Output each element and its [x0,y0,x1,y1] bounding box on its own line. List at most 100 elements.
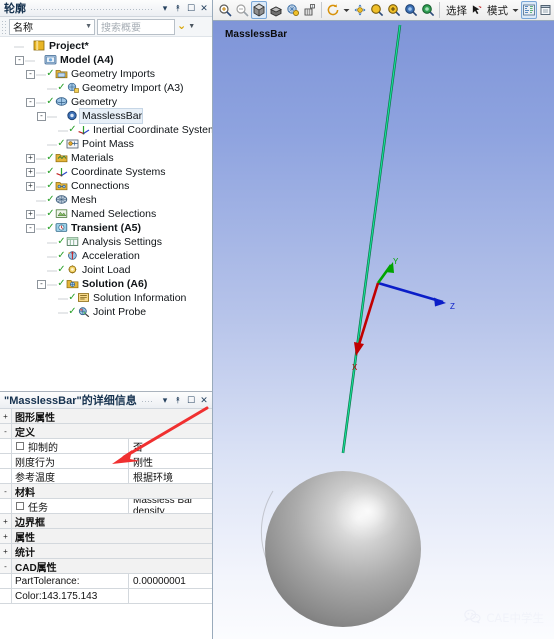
details-property-row[interactable]: 抑制的 否 [0,439,212,454]
tree-item-named-selections[interactable]: + ✓ Named Selections [0,207,212,221]
details-property-row[interactable]: PartTolerance: 0.00000001 [0,574,212,589]
tree-item-point-mass[interactable]: ✓ Point Mass [0,137,212,151]
tree-item-acceleration[interactable]: ✓ Acceleration [0,249,212,263]
tree-item-joint-load[interactable]: ✓ Joint Load [0,263,212,277]
details-row-checkbox[interactable] [16,442,24,450]
magnifier-icon[interactable] [420,1,436,19]
tree-expander-toggle[interactable]: - [26,97,35,107]
details-property-row[interactable]: 任务 Massless Bar density [0,499,212,514]
details-group-toggle[interactable]: - [0,424,12,438]
rotate-icon[interactable] [325,1,341,19]
tree-item-inertial-coordinate-system[interactable]: ✓ Inertial Coordinate System [0,123,212,137]
tree-expander-toggle[interactable]: + [26,167,35,177]
close-icon[interactable]: ✕ [198,394,210,407]
zoom-icon[interactable] [369,1,385,19]
tree-item-masslessbar[interactable]: - ✓ MasslessBar [0,108,212,124]
rotate-dropdown-caret-icon[interactable] [342,1,351,19]
tree-item-analysis-settings[interactable]: ✓ Analysis Settings [0,235,212,249]
selection-filter-icon[interactable] [521,1,538,19]
tree-item-geometry-imports[interactable]: - ✓ Geometry Imports [0,67,212,81]
tree-item-project[interactable]: ✓ Project* [0,39,212,53]
tree-item-label: Named Selections [71,208,157,220]
select-button[interactable]: 选择 [444,3,469,18]
details-property-value[interactable]: 刚性 [129,454,212,469]
details-property-value[interactable]: 根据环境 [129,469,212,484]
tree-connector [47,237,57,247]
filter-options-caret-icon[interactable]: ▼ [188,23,195,30]
toolbar-separator [320,2,323,18]
tree-item-geometry-import-a3[interactable]: ✓ Geometry Import (A3) [0,81,212,95]
close-icon[interactable]: ✕ [198,2,210,15]
panel-menu-icon[interactable]: ▾ [159,2,171,15]
show-mesh-icon[interactable] [285,1,301,19]
tree-item-geometry[interactable]: - ✓ Geometry [0,95,212,109]
tree-expander-toggle[interactable]: + [26,181,35,191]
tree-item-solution-a6[interactable]: - ✓ Solution (A6) [0,277,212,291]
zoom-to-fit-icon[interactable] [403,1,419,19]
select-cursor-icon[interactable] [470,1,484,19]
tree-item-transient-a5[interactable]: - ✓ Transient (A5) [0,221,212,235]
zoom-out-icon[interactable] [234,1,250,19]
details-group-toggle[interactable]: + [0,529,12,543]
tree-item-model-a4[interactable]: - ✓ Model (A4) [0,53,212,67]
details-property-value[interactable]: Massless Bar density [129,499,212,513]
details-group-row[interactable]: - 材料 [0,484,212,499]
tree-expander-toggle[interactable]: - [26,69,35,79]
graphics-viewport[interactable]: MasslessBar Z Y X CAE中学生 [213,21,554,639]
mode-button[interactable]: 模式 [485,3,510,18]
details-group-toggle[interactable]: - [0,484,12,498]
shaded-body-icon[interactable] [250,1,267,19]
maximize-icon[interactable]: ☐ [185,2,197,15]
tree-expander-toggle[interactable]: - [26,223,35,233]
details-group-row[interactable]: + 属性 [0,529,212,544]
details-row-checkbox[interactable] [16,502,24,510]
details-property-name: 参考温度 [12,469,129,483]
details-group-toggle[interactable]: + [0,409,12,423]
caption-dots [30,3,154,13]
toolbar-grip[interactable] [1,19,7,34]
tree-item-coordinate-systems[interactable]: + ✓ Coordinate Systems [0,165,212,179]
details-property-table[interactable]: + 图形属性 - 定义 抑制的否刚度行为 刚性 参考温度 根据环境 - 材料 任务 Massless … [0,409,212,604]
pan-icon[interactable] [352,1,368,19]
box-zoom-icon[interactable] [386,1,402,19]
outline-tree[interactable]: ✓Project*-✓Model (A4)-✓Geometry Imports✓… [0,37,212,391]
pin-icon[interactable]: ⯭ [172,394,184,407]
panel-menu-icon[interactable]: ▾ [159,394,171,407]
tree-item-solution-information[interactable]: ✓ Solution Information [0,291,212,305]
tree-item-label: Geometry Import (A3) [82,82,184,94]
tree-expander-toggle[interactable]: + [26,153,35,163]
details-property-row[interactable]: 刚度行为 刚性 [0,454,212,469]
tree-item-joint-probe[interactable]: ✓ Joint Probe [0,305,212,319]
tree-expander-toggle[interactable]: - [37,279,46,289]
wireframe-body-icon[interactable] [268,1,284,19]
details-property-row[interactable]: 参考温度 根据环境 [0,469,212,484]
tree-item-materials[interactable]: + ✓ Materials [0,151,212,165]
details-group-toggle[interactable]: - [0,559,12,573]
maximize-icon[interactable]: ☐ [185,394,197,407]
details-group-row[interactable]: - 定义 [0,424,212,439]
details-property-row[interactable]: Color:143.175.143 [0,589,212,604]
tree-expander-toggle[interactable]: - [15,55,24,65]
thicken-shells-icon[interactable] [302,1,318,19]
tree-item-mesh[interactable]: ✓ Mesh [0,193,212,207]
search-input[interactable]: 搜索概要 [97,18,175,35]
details-group-row[interactable]: + 边界框 [0,514,212,529]
details-group-toggle[interactable]: + [0,544,12,558]
filter-field-select[interactable]: 名称 ▼ [9,18,95,35]
zoom-in-icon[interactable] [217,1,233,19]
toolbar-grip[interactable] [215,3,216,17]
tree-item-connections[interactable]: + ✓ Connections [0,179,212,193]
mode-dropdown-caret-icon[interactable] [511,1,520,19]
details-group-toggle[interactable]: + [0,514,12,528]
tree-expander-toggle[interactable]: - [37,111,46,121]
details-group-row[interactable]: - CAD属性 [0,559,212,574]
new-window-icon[interactable] [538,1,554,19]
filter-apply-icon[interactable]: ⌄ [177,21,186,32]
details-property-value[interactable]: 0.00000001 [129,574,212,588]
details-property-value[interactable] [129,589,212,603]
tree-expander-toggle[interactable]: + [26,209,35,219]
details-group-row[interactable]: + 图形属性 [0,409,212,424]
details-group-row[interactable]: + 统计 [0,544,212,559]
details-property-value[interactable]: 否 [129,439,212,454]
pin-icon[interactable]: ⯭ [172,2,184,15]
